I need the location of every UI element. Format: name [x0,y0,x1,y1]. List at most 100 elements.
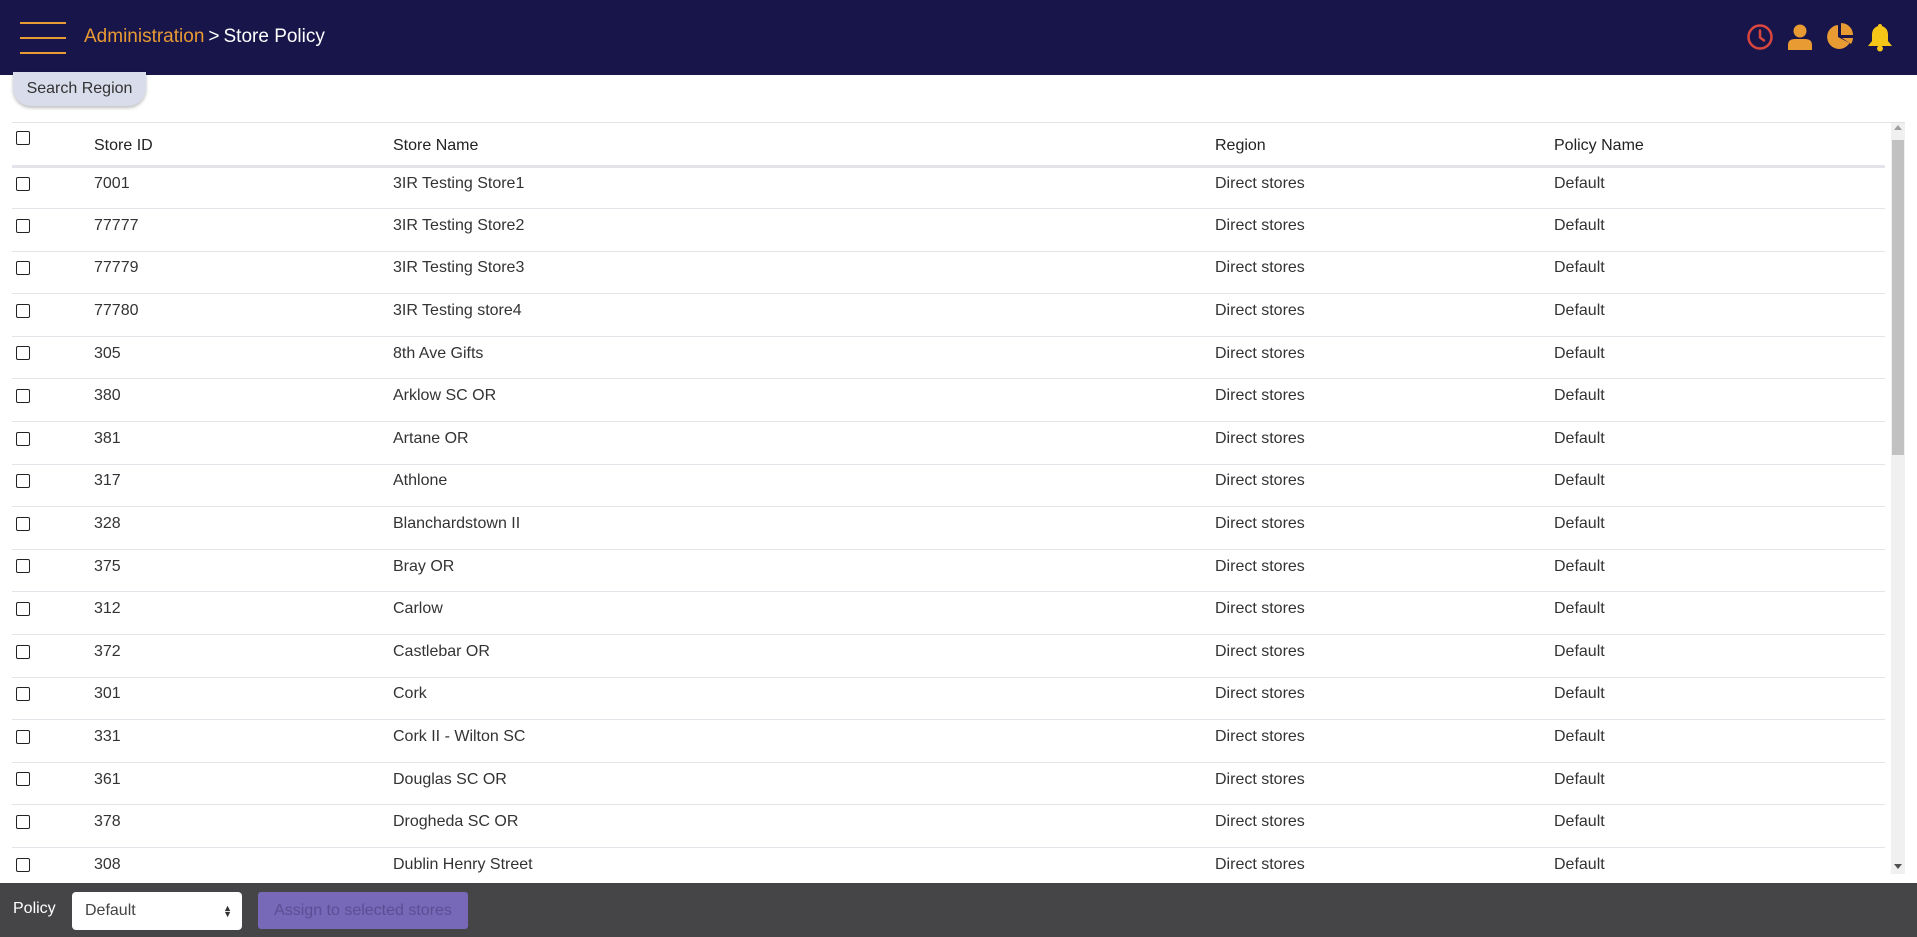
table-row[interactable]: 328 Blanchardstown II Direct stores Default [12,506,1885,550]
table-row[interactable]: 380 Arklow SC OR Direct stores Default [12,378,1885,423]
row-select-cell [12,847,94,874]
store-name-cell: Douglas SC OR [393,762,1215,806]
row-checkbox[interactable] [16,303,30,318]
region-cell: Direct stores [1215,506,1554,550]
store-id-cell: 77777 [94,208,393,252]
table-row[interactable]: 7001 3IR Testing Store1 Direct stores Defau… [12,166,1885,210]
row-checkbox[interactable] [16,474,30,489]
store-id-cell: 372 [94,634,393,678]
policy-name-cell: Default [1554,421,1885,465]
table-row[interactable]: 308 Dublin Henry Street Direct stores Defau… [12,847,1885,874]
column-header-store-name[interactable]: Store Name [393,123,1215,168]
table-row[interactable]: 312 Carlow Direct stores Default [12,591,1885,636]
policy-name-cell: Default [1554,293,1885,337]
user-icon[interactable] [1785,22,1815,52]
row-checkbox[interactable] [16,176,30,191]
store-name-cell: Cork II - Wilton SC [393,719,1215,763]
store-name-cell: Bray OR [393,549,1215,593]
table-row[interactable]: 305 8th Ave Gifts Direct stores Default [12,336,1885,380]
region-cell: Direct stores [1215,293,1554,337]
select-all-checkbox[interactable] [16,130,30,145]
clock-icon[interactable] [1745,22,1775,52]
row-checkbox[interactable] [16,602,30,616]
store-name-cell: 3IR Testing Store1 [393,166,1215,210]
region-cell: Direct stores [1215,591,1554,636]
store-id-cell: 381 [94,421,393,465]
store-id-cell: 77780 [94,293,393,337]
table-row[interactable]: 381 Artane OR Direct stores Default [12,421,1885,465]
store-id-cell: 301 [94,677,393,721]
table-row[interactable]: 372 Castlebar OR Direct stores Default [12,634,1885,678]
scroll-up-arrow-icon[interactable] [1894,125,1902,130]
store-name-cell: Cork [393,677,1215,721]
region-cell: Direct stores [1215,719,1554,763]
policy-name-cell: Default [1554,166,1885,210]
store-name-cell: 8th Ave Gifts [393,336,1215,380]
table-row[interactable]: 331 Cork II - Wilton SC Direct stores Defau… [12,719,1885,763]
store-name-cell: 3IR Testing Store3 [393,251,1215,295]
policy-name-cell: Default [1554,251,1885,295]
store-name-cell: Arklow SC OR [393,378,1215,423]
row-checkbox[interactable] [16,346,30,361]
policy-name-cell: Default [1554,464,1885,508]
row-checkbox[interactable] [16,261,30,276]
row-select-cell [12,762,94,806]
row-checkbox[interactable] [16,559,30,574]
vertical-scrollbar[interactable] [1891,123,1905,874]
row-checkbox[interactable] [16,218,30,233]
region-cell: Direct stores [1215,847,1554,874]
hamburger-menu-icon[interactable] [20,22,66,54]
table-row[interactable]: 378 Drogheda SC OR Direct stores Default [12,804,1885,848]
scroll-down-arrow-icon[interactable] [1894,864,1902,869]
store-name-cell: Castlebar OR [393,634,1215,678]
bell-icon[interactable] [1865,22,1895,52]
store-id-cell: 7001 [94,166,393,210]
store-id-cell: 77779 [94,251,393,295]
row-select-cell [12,293,94,337]
region-cell: Direct stores [1215,336,1554,380]
pie-chart-icon[interactable] [1825,22,1855,52]
column-header-region[interactable]: Region [1215,123,1554,168]
row-checkbox[interactable] [16,687,30,702]
row-select-cell [12,378,94,423]
store-name-cell: 3IR Testing store4 [393,293,1215,337]
table-row[interactable]: 375 Bray OR Direct stores Default [12,549,1885,593]
scrollbar-thumb[interactable] [1892,140,1904,455]
table-body: 7001 3IR Testing Store1 Direct stores Defau… [12,166,1885,874]
row-select-cell [12,421,94,465]
row-checkbox[interactable] [16,772,30,787]
column-header-policy-name[interactable]: Policy Name [1554,123,1885,168]
row-checkbox[interactable] [16,644,30,659]
table-row[interactable]: 77777 3IR Testing Store2 Direct stores Defa… [12,208,1885,252]
top-bar: Administration > Store Policy [0,0,1917,75]
footer-bar: Policy Default ▲ ▼ Assign to selected sto… [0,883,1917,937]
table-row[interactable]: 77779 3IR Testing Store3 Direct stores Defa… [12,251,1885,295]
policy-name-cell: Default [1554,549,1885,593]
table-row[interactable]: 301 Cork Direct stores Default [12,677,1885,721]
row-select-cell [12,506,94,550]
row-checkbox[interactable] [16,389,30,404]
region-cell: Direct stores [1215,464,1554,508]
table-row[interactable]: 77780 3IR Testing store4 Direct stores Defa… [12,293,1885,337]
column-header-store-id[interactable]: Store ID [94,123,393,168]
row-select-cell [12,804,94,848]
breadcrumb: Administration > Store Policy [84,26,325,48]
row-checkbox[interactable] [16,857,30,872]
region-cell: Direct stores [1215,804,1554,848]
store-id-cell: 361 [94,762,393,806]
store-id-cell: 331 [94,719,393,763]
row-checkbox[interactable] [16,516,30,531]
policy-name-cell: Default [1554,506,1885,550]
table-row[interactable]: 317 Athlone Direct stores Default [12,464,1885,508]
row-checkbox[interactable] [16,431,30,446]
table-row[interactable]: 361 Douglas SC OR Direct stores Default [12,762,1885,806]
store-name-cell: Blanchardstown II [393,506,1215,550]
row-checkbox[interactable] [16,729,30,744]
breadcrumb-administration-link[interactable]: Administration [84,26,204,47]
store-id-cell: 375 [94,549,393,593]
region-cell: Direct stores [1215,166,1554,210]
policy-select[interactable]: Default ▲ ▼ [72,892,242,930]
assign-to-selected-stores-button[interactable]: Assign to selected stores [258,892,468,929]
row-checkbox[interactable] [16,814,30,829]
search-region-button[interactable]: Search Region [13,72,146,106]
